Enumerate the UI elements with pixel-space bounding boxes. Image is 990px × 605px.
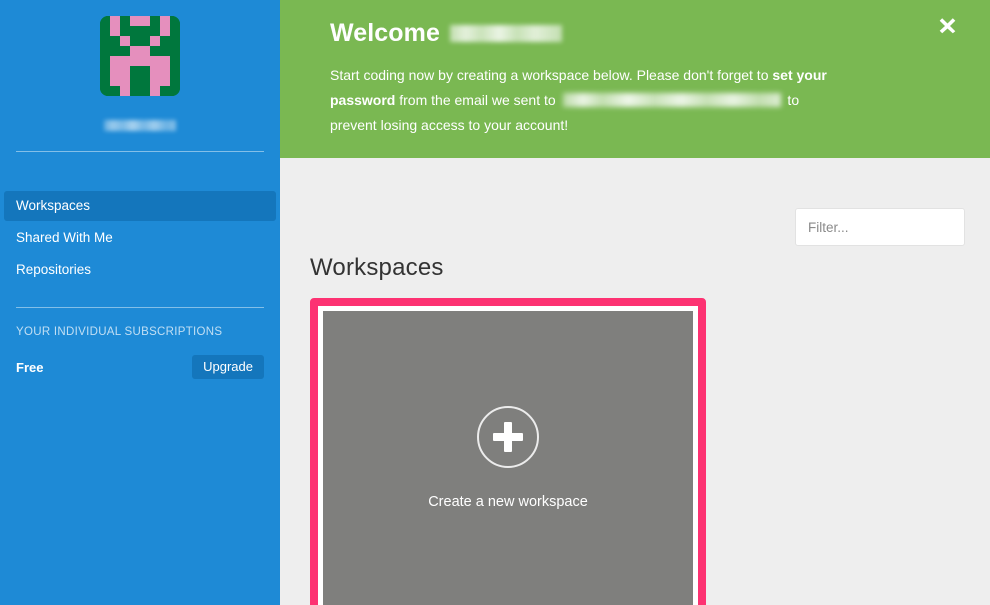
avatar-pixel	[150, 56, 160, 66]
sidebar-item-repositories[interactable]: Repositories	[4, 255, 276, 285]
avatar-pixel	[140, 16, 150, 26]
avatar-pixel	[100, 26, 110, 36]
welcome-title-text: Welcome	[330, 18, 441, 47]
create-workspace-card-highlight: Create a new workspace	[310, 298, 706, 605]
filter-box[interactable]	[795, 208, 990, 246]
avatar-pixel	[140, 86, 150, 96]
avatar-pixel	[160, 46, 170, 56]
avatar-pixel	[100, 16, 110, 26]
avatar-pixel	[110, 76, 120, 86]
avatar-pixel	[170, 76, 180, 86]
avatar-pixel	[110, 16, 120, 26]
avatar-pixel	[160, 26, 170, 36]
avatar-pixel	[170, 26, 180, 36]
avatar-pixel	[170, 36, 180, 46]
workspace-card-grid: Create a new workspace	[310, 298, 960, 605]
avatar-pixel	[120, 66, 130, 76]
avatar-pixel	[170, 46, 180, 56]
avatar-pixel	[150, 26, 160, 36]
avatar-pixel	[150, 66, 160, 76]
avatar-pixel	[140, 76, 150, 86]
subscription-plan-row: Free Upgrade	[0, 354, 280, 380]
avatar-pixel	[150, 16, 160, 26]
avatar-pixel	[100, 86, 110, 96]
avatar-pixel	[170, 16, 180, 26]
avatar-pixel	[120, 26, 130, 36]
app-root: Workspaces Shared With Me Repositories Y…	[0, 0, 990, 605]
avatar-pixel	[150, 46, 160, 56]
welcome-body-part-1: Start coding now by creating a workspace…	[330, 67, 773, 83]
avatar-pixel	[140, 36, 150, 46]
avatar-pixel	[140, 56, 150, 66]
avatar-pixel	[100, 46, 110, 56]
avatar-pixel	[140, 66, 150, 76]
avatar-pixel	[170, 66, 180, 76]
avatar-pixel	[110, 86, 120, 96]
create-workspace-card[interactable]: Create a new workspace	[323, 311, 693, 605]
avatar-pixel	[110, 46, 120, 56]
avatar-pixel	[170, 86, 180, 96]
avatar-pixel	[110, 36, 120, 46]
subscriptions-divider	[16, 307, 264, 308]
welcome-body-part-2: from the email we sent to	[395, 92, 560, 108]
avatar-pixel	[140, 46, 150, 56]
avatar-pixel	[100, 56, 110, 66]
sidebar-nav: Workspaces Shared With Me Repositories	[0, 191, 280, 285]
avatar-pixel	[150, 86, 160, 96]
avatar-pixel	[160, 86, 170, 96]
upgrade-button[interactable]: Upgrade	[192, 354, 264, 380]
avatar-pixel	[130, 86, 140, 96]
avatar-pixel	[160, 66, 170, 76]
close-icon-glyph	[939, 17, 955, 33]
avatar-pixel	[150, 76, 160, 86]
avatar-pixel	[120, 16, 130, 26]
avatar-pixel	[120, 76, 130, 86]
avatar-pixel	[120, 56, 130, 66]
avatar-pixel	[100, 76, 110, 86]
avatar-pixel	[120, 86, 130, 96]
avatar-pixel	[160, 76, 170, 86]
avatar-pixel	[130, 16, 140, 26]
avatar-pixel	[130, 26, 140, 36]
sidebar-profile	[0, 0, 280, 131]
avatar-pixel	[160, 36, 170, 46]
filter-input[interactable]	[796, 209, 990, 245]
avatar[interactable]	[100, 16, 180, 96]
welcome-email-redacted	[562, 93, 781, 107]
close-icon[interactable]	[934, 12, 960, 38]
plan-name: Free	[16, 359, 44, 375]
avatar-pixel	[130, 76, 140, 86]
username-redacted	[104, 120, 176, 131]
avatar-pixel	[140, 26, 150, 36]
avatar-pixel	[120, 46, 130, 56]
avatar-pixel	[110, 26, 120, 36]
avatar-pixel	[130, 66, 140, 76]
sidebar-item-workspaces[interactable]: Workspaces	[4, 191, 276, 221]
welcome-banner: Welcome Start coding now by creating a w…	[280, 0, 990, 158]
avatar-pixel	[110, 56, 120, 66]
avatar-pixel	[130, 46, 140, 56]
welcome-body: Start coding now by creating a workspace…	[330, 63, 842, 138]
subscriptions-title: YOUR INDIVIDUAL SUBSCRIPTIONS	[16, 326, 223, 338]
sidebar: Workspaces Shared With Me Repositories Y…	[0, 0, 280, 605]
avatar-pixel	[100, 66, 110, 76]
create-workspace-label: Create a new workspace	[428, 494, 588, 510]
plus-icon	[477, 406, 539, 468]
main-content: Welcome Start coding now by creating a w…	[280, 0, 990, 605]
sidebar-divider	[16, 151, 264, 152]
workspaces-content: Workspaces Create a new workspace	[280, 158, 990, 605]
avatar-pixel	[130, 56, 140, 66]
avatar-pixel	[150, 36, 160, 46]
avatar-pixel	[160, 56, 170, 66]
avatar-pixel	[130, 36, 140, 46]
avatar-pixel	[170, 56, 180, 66]
sidebar-item-shared-with-me[interactable]: Shared With Me	[4, 223, 276, 253]
avatar-pixel	[120, 36, 130, 46]
welcome-title: Welcome	[330, 16, 962, 50]
avatar-pixel	[100, 36, 110, 46]
welcome-name-redacted	[450, 24, 563, 42]
avatar-pixel	[110, 66, 120, 76]
avatar-pixel	[160, 16, 170, 26]
